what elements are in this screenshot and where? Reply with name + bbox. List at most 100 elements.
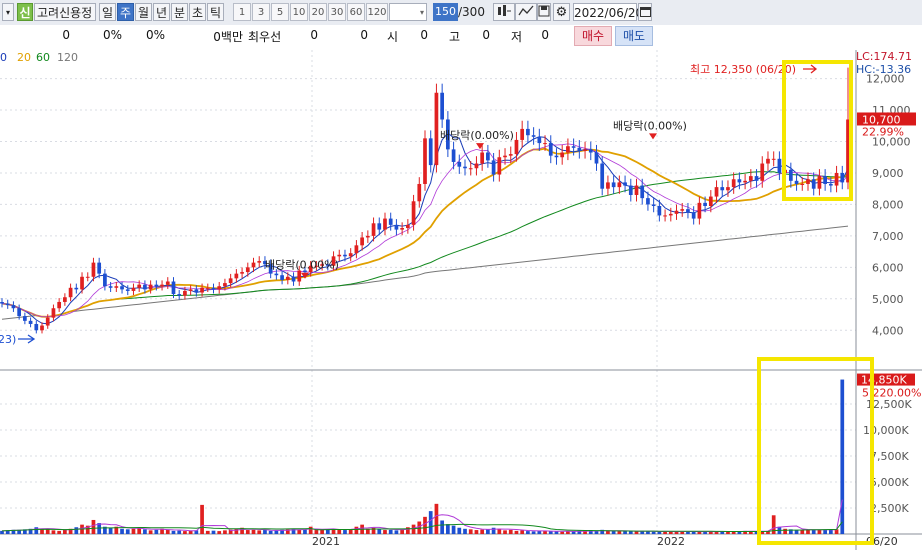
candle-body xyxy=(171,281,176,295)
volume-bar xyxy=(91,519,96,534)
candle-body xyxy=(486,152,490,161)
interval-button-3[interactable]: 3 xyxy=(252,3,270,21)
interval-dropdown[interactable]: ▾ xyxy=(389,3,427,21)
candle-body xyxy=(480,152,485,164)
crosshair-icon[interactable] xyxy=(493,3,515,21)
period-button-3[interactable]: 년 xyxy=(153,3,170,21)
buy-button[interactable]: 매수 xyxy=(574,26,612,46)
volume-bar xyxy=(143,529,147,534)
candle-body xyxy=(766,158,770,164)
sell-button[interactable]: 매도 xyxy=(615,26,653,46)
candle-body xyxy=(777,158,782,173)
candle-body xyxy=(806,179,810,184)
interval-button-20[interactable]: 20 xyxy=(309,3,327,21)
candle-body xyxy=(148,284,153,290)
candle-body xyxy=(383,218,387,230)
stock-name-field[interactable]: 고려신용정 xyxy=(34,3,96,21)
gear-icon[interactable]: ⚙ xyxy=(553,3,570,21)
volume-bar xyxy=(697,531,702,534)
volume-axis-tick: 5,000K xyxy=(870,476,909,489)
candle-body xyxy=(503,155,507,158)
interval-button-30[interactable]: 30 xyxy=(328,3,346,21)
price-axis-tick: 4,000 xyxy=(872,324,904,337)
period-button-6[interactable]: 틱 xyxy=(207,3,224,21)
ma-legend-item: 60 xyxy=(36,51,50,64)
candle-body xyxy=(760,163,765,181)
interval-button-10[interactable]: 10 xyxy=(290,3,308,21)
price-change-label: 22.99% xyxy=(862,125,904,138)
candle-body xyxy=(343,254,347,257)
interval-button-1[interactable]: 1 xyxy=(233,3,251,21)
candle-body xyxy=(708,196,713,206)
dividend-label: 배당락(0.00%) xyxy=(613,119,687,132)
volume-bar xyxy=(188,530,193,534)
volume-bar xyxy=(828,529,833,534)
x-axis-label: 2022 xyxy=(657,535,685,548)
candle-body xyxy=(703,202,707,206)
candle-body xyxy=(560,152,565,158)
candle-body xyxy=(566,146,570,153)
chart-area[interactable]: 배당락(0.00%) 배당락(0.00%) 배당락(0.00%) 최고 12,350 … xyxy=(0,46,922,550)
menu-dropdown-button[interactable]: ▾ xyxy=(2,3,14,21)
count-field[interactable]: 150 xyxy=(433,3,458,21)
volume-bar xyxy=(457,527,462,534)
candle-body xyxy=(131,287,136,291)
volume-bar xyxy=(108,527,113,534)
period-button-5[interactable]: 초 xyxy=(189,3,206,21)
volume-bar xyxy=(440,520,445,534)
volume-bar xyxy=(154,529,159,534)
period-button-2[interactable]: 월 xyxy=(135,3,152,21)
volume-bar xyxy=(497,528,502,534)
candle-body xyxy=(377,223,382,230)
candle-body xyxy=(714,187,719,197)
candle-body xyxy=(228,278,233,284)
candle-body xyxy=(788,169,793,181)
candle-body xyxy=(571,146,576,148)
period-button-0[interactable]: 일 xyxy=(99,3,116,21)
volume-bar xyxy=(297,529,302,534)
status-value-4: 최우선 xyxy=(248,30,282,44)
candle-body xyxy=(583,149,587,151)
candle-body xyxy=(554,155,559,158)
candle-body xyxy=(354,245,359,254)
volume-bar xyxy=(383,530,387,534)
period-button-1[interactable]: 주 xyxy=(117,3,134,21)
volume-bar xyxy=(434,503,439,534)
lc-label: LC:174.71 xyxy=(856,50,912,63)
candle-body xyxy=(183,290,187,296)
candle-body xyxy=(520,128,525,140)
volume-bar xyxy=(411,524,416,534)
count-total: /300 xyxy=(458,5,485,19)
volume-bar xyxy=(428,511,433,534)
candle-body xyxy=(657,206,662,216)
stock-chart-svg[interactable]: 배당락(0.00%) 배당락(0.00%) 배당락(0.00%) 최고 12,350 … xyxy=(0,46,922,550)
trend-line-icon[interactable] xyxy=(515,3,537,21)
candle-body xyxy=(737,179,742,183)
volume-bar xyxy=(623,531,627,534)
candle-body xyxy=(834,172,839,186)
volume-bar xyxy=(308,526,313,534)
status-value-7: 시 xyxy=(387,30,399,44)
volume-bar xyxy=(245,530,250,534)
interval-button-5[interactable]: 5 xyxy=(271,3,289,21)
candle-body xyxy=(646,198,650,205)
quote-status-bar: 0 0% 0% 0백만 최우선 0 0 시 0 고 0 저 0 매수 매도 xyxy=(0,25,922,47)
interval-button-120[interactable]: 120 xyxy=(366,3,388,21)
candle-body xyxy=(188,289,193,291)
period-button-4[interactable]: 분 xyxy=(171,3,188,21)
candle-body xyxy=(794,180,799,184)
candle-body xyxy=(828,183,833,186)
candle-body xyxy=(451,149,456,162)
candle-body xyxy=(297,270,302,282)
candle-body xyxy=(840,172,845,183)
candle-body xyxy=(611,182,616,188)
candle-body xyxy=(337,254,342,257)
volume-bar xyxy=(405,527,410,534)
status-value-3: 0백만 xyxy=(213,30,243,44)
interval-button-60[interactable]: 60 xyxy=(347,3,365,21)
date-field[interactable]: 2022/06/20 xyxy=(573,3,643,21)
save-icon[interactable] xyxy=(537,3,551,21)
candle-body xyxy=(274,273,279,276)
stock-tag-badge: 신 xyxy=(17,3,33,21)
calendar-icon[interactable] xyxy=(638,3,652,21)
